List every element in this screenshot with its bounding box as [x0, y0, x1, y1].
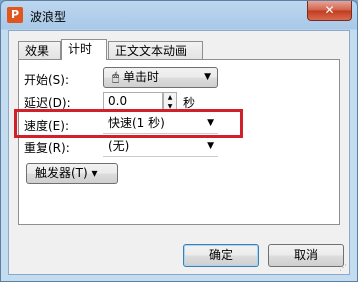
chevron-down-icon: ▼	[207, 141, 214, 151]
cancel-button[interactable]: 取消	[268, 244, 344, 267]
timing-panel: 开始(S): 🖱 单击时 ▼ 延迟(D): 0.0 ▲ ▼ 秒 速度(E): 快…	[18, 59, 340, 225]
tab-timing[interactable]: 计时	[61, 39, 107, 60]
repeat-dropdown[interactable]: (无) ▼	[103, 138, 218, 157]
dialog-window: P 波浪型 ✕ 效果 计时 正文文本动画 开始(S): 🖱 单击时 ▼ 延迟(D…	[0, 0, 358, 282]
close-button[interactable]: ✕	[307, 1, 352, 21]
start-label: 开始(S):	[24, 73, 70, 87]
spin-up-icon[interactable]: ▲	[164, 93, 176, 102]
start-value: 单击时	[123, 70, 160, 84]
start-dropdown[interactable]: 🖱 单击时 ▼	[103, 67, 218, 88]
presentation-app-icon: P	[7, 7, 23, 23]
resize-grip-icon[interactable]: ⋰	[339, 263, 347, 272]
repeat-value: (无)	[108, 139, 130, 153]
trigger-button[interactable]: 触发器(T) ▾	[26, 163, 118, 184]
dialog-client: 效果 计时 正文文本动画 开始(S): 🖱 单击时 ▼ 延迟(D): 0.0 ▲…	[8, 30, 350, 275]
mouse-click-icon: 🖱	[112, 70, 120, 84]
tab-text-animation[interactable]: 正文文本动画	[108, 41, 203, 59]
speed-highlight-box	[14, 109, 243, 138]
title-bar[interactable]: P 波浪型 ✕	[1, 1, 357, 30]
repeat-label: 重复(R):	[24, 141, 70, 155]
chevron-down-icon: ▼	[204, 72, 211, 82]
window-title: 波浪型	[30, 10, 67, 24]
tab-effect[interactable]: 效果	[18, 41, 61, 59]
ok-button[interactable]: 确定	[183, 244, 259, 267]
